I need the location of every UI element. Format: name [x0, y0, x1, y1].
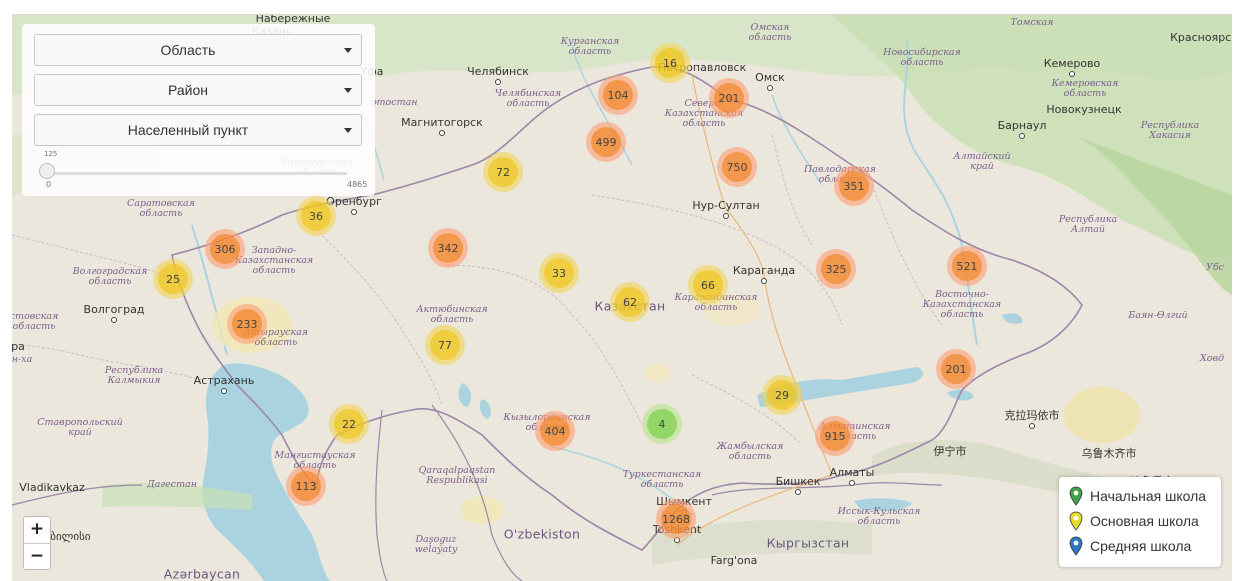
legend-item: Средняя школа — [1069, 536, 1191, 556]
yellow-pin-icon — [1069, 511, 1083, 531]
slider-value-label: 125 — [44, 150, 58, 158]
green-pin-icon — [1069, 486, 1083, 506]
marker-cluster-33[interactable]: 33 — [539, 253, 579, 293]
cluster-count: 306 — [210, 234, 240, 264]
legend-item: Начальная школа — [1069, 486, 1206, 506]
cluster-count: 77 — [430, 330, 460, 360]
region-select-label: Область — [160, 42, 216, 58]
marker-cluster-4[interactable]: 4 — [642, 404, 682, 444]
city-marker-chelyabinsk — [495, 79, 501, 85]
cluster-count: 4 — [647, 409, 677, 439]
marker-cluster-404[interactable]: 404 — [535, 411, 575, 451]
marker-cluster-62[interactable]: 62 — [610, 282, 650, 322]
cluster-count: 29 — [767, 380, 797, 410]
marker-cluster-201b[interactable]: 201 — [936, 349, 976, 389]
legend-item: Основная школа — [1069, 511, 1199, 531]
city-marker-nur-sultan — [723, 213, 729, 219]
city-marker-almaty — [849, 480, 855, 486]
region-select[interactable]: Область — [34, 34, 362, 66]
marker-cluster-325[interactable]: 325 — [816, 249, 856, 289]
cluster-count: 351 — [839, 171, 869, 201]
cluster-count: 1268 — [661, 504, 691, 534]
cluster-count: 22 — [334, 409, 364, 439]
filter-panel: Область Район Населенный пункт 125 0 486… — [22, 24, 375, 196]
city-marker-barnaul — [1019, 133, 1025, 139]
cluster-count: 325 — [821, 254, 851, 284]
chevron-down-icon — [344, 48, 352, 53]
slider-max-label: 4865 — [347, 180, 368, 189]
city-marker-magnitogorsk — [439, 130, 445, 136]
cluster-count: 25 — [158, 264, 188, 294]
slider-min-label: 0 — [46, 180, 52, 189]
marker-cluster-750[interactable]: 750 — [717, 147, 757, 187]
zoom-control: + − — [23, 516, 51, 570]
marker-cluster-29[interactable]: 29 — [762, 375, 802, 415]
cluster-count: 72 — [488, 157, 518, 187]
marker-cluster-342[interactable]: 342 — [428, 228, 468, 268]
marker-cluster-306[interactable]: 306 — [205, 229, 245, 269]
zoom-in-button[interactable]: + — [24, 517, 50, 543]
cluster-count: 113 — [291, 471, 321, 501]
cluster-count: 104 — [603, 80, 633, 110]
slider-track[interactable] — [47, 172, 347, 175]
marker-cluster-233[interactable]: 233 — [227, 304, 267, 344]
marker-cluster-22[interactable]: 22 — [329, 404, 369, 444]
locality-select-label: Населенный пункт — [127, 122, 249, 138]
city-marker-kemerovo — [1069, 71, 1075, 77]
city-marker-karamay — [1029, 423, 1035, 429]
cluster-count: 16 — [655, 48, 685, 78]
cluster-count: 201 — [941, 354, 971, 384]
marker-cluster-201a[interactable]: 201 — [709, 78, 749, 118]
district-select-label: Район — [168, 82, 208, 98]
cluster-count: 915 — [820, 421, 850, 451]
chevron-down-icon — [344, 88, 352, 93]
cluster-count: 62 — [615, 287, 645, 317]
marker-cluster-36[interactable]: 36 — [296, 196, 336, 236]
city-marker-volgograd — [111, 317, 117, 323]
chevron-down-icon — [344, 128, 352, 133]
marker-cluster-521[interactable]: 521 — [947, 246, 987, 286]
legend-item-label: Основная школа — [1090, 513, 1199, 529]
cluster-count: 750 — [722, 152, 752, 182]
marker-cluster-66[interactable]: 66 — [688, 265, 728, 305]
cluster-count: 66 — [693, 270, 723, 300]
blue-pin-icon — [1069, 536, 1083, 556]
city-marker-astrakhan — [221, 388, 227, 394]
marker-cluster-1268[interactable]: 1268 — [656, 499, 696, 539]
marker-cluster-77[interactable]: 77 — [425, 325, 465, 365]
cluster-count: 404 — [540, 416, 570, 446]
slider-handle[interactable] — [39, 163, 55, 179]
marker-cluster-16[interactable]: 16 — [650, 43, 690, 83]
cluster-count: 342 — [433, 233, 463, 263]
legend: Начальная школа Основная школа Средняя шко… — [1059, 477, 1221, 567]
marker-cluster-113[interactable]: 113 — [286, 466, 326, 506]
marker-cluster-72[interactable]: 72 — [483, 152, 523, 192]
cluster-count: 233 — [232, 309, 262, 339]
legend-item-label: Средняя школа — [1090, 538, 1192, 554]
marker-cluster-499[interactable]: 499 — [586, 122, 626, 162]
cluster-count: 521 — [952, 251, 982, 281]
city-marker-karaganda — [761, 278, 767, 284]
marker-cluster-351[interactable]: 351 — [834, 166, 874, 206]
district-select[interactable]: Район — [34, 74, 362, 106]
city-marker-omsk — [767, 85, 773, 91]
locality-select[interactable]: Населенный пункт — [34, 114, 362, 146]
cluster-count: 499 — [591, 127, 621, 157]
cluster-count: 36 — [301, 201, 331, 231]
zoom-out-button[interactable]: − — [24, 543, 50, 570]
city-marker-bishkek — [795, 489, 801, 495]
cluster-count: 201 — [714, 83, 744, 113]
legend-item-label: Начальная школа — [1090, 488, 1207, 504]
city-marker-orenburg — [351, 209, 357, 215]
marker-cluster-915[interactable]: 915 — [815, 416, 855, 456]
marker-cluster-25[interactable]: 25 — [153, 259, 193, 299]
cluster-count: 33 — [544, 258, 574, 288]
marker-cluster-104[interactable]: 104 — [598, 75, 638, 115]
